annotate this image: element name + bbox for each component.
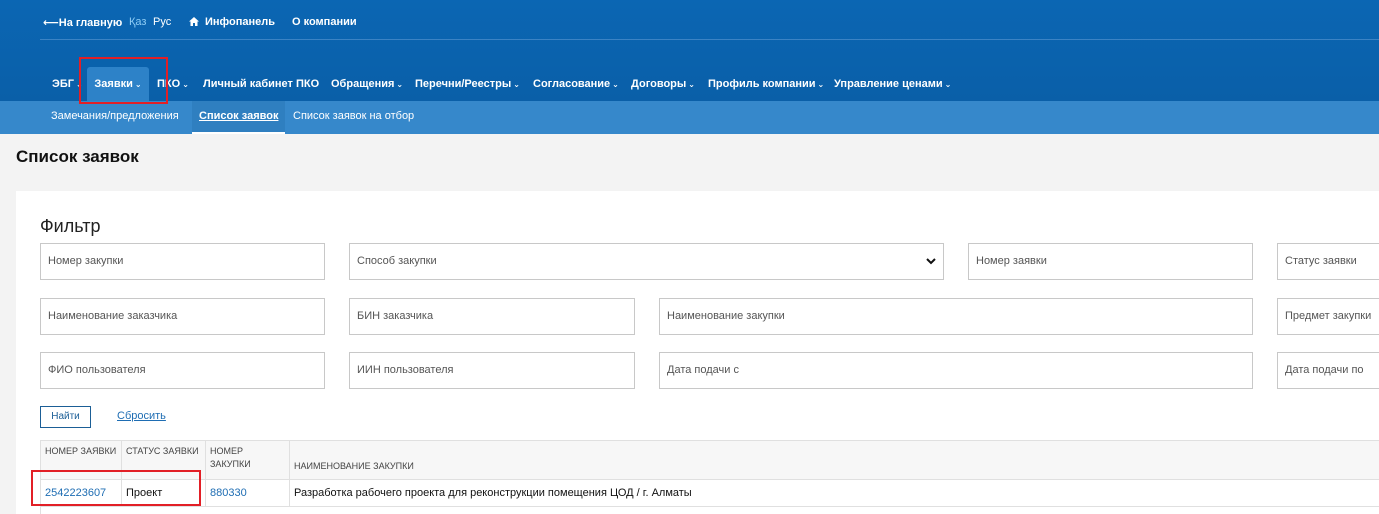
chevron-down-icon: ⌄ bbox=[75, 80, 83, 89]
purchase-name-input[interactable]: Наименование закупки bbox=[659, 298, 1253, 335]
date-from-input[interactable]: Дата подачи с bbox=[659, 352, 1253, 389]
infopanel-link[interactable]: Инфопанель bbox=[189, 16, 275, 28]
purchase-number-link[interactable]: 880330 bbox=[206, 480, 290, 506]
purchase-subject-input[interactable]: Предмет закупки bbox=[1277, 298, 1379, 335]
app-number-link[interactable]: 2542223607 bbox=[41, 480, 122, 506]
nav-item-pko-cabinet[interactable]: Личный кабинет ПКО bbox=[203, 67, 319, 101]
customer-name-input[interactable]: Наименование заказчика bbox=[40, 298, 325, 335]
status-cell: Проект bbox=[122, 480, 206, 506]
chevron-down-icon: ⌄ bbox=[817, 80, 825, 89]
nav-item-contracts[interactable]: Договоры ⌄ bbox=[631, 67, 695, 101]
nav-item-appeals[interactable]: Обращения ⌄ bbox=[331, 67, 403, 101]
subnav-application-list[interactable]: Список заявок bbox=[192, 101, 286, 134]
application-number-input[interactable]: Номер заявки bbox=[968, 243, 1253, 280]
applications-table: Номер заявки Статус заявки Номер закупки… bbox=[40, 440, 1379, 514]
subnav-remarks[interactable]: Замечания/предложения bbox=[51, 101, 179, 132]
filter-title: Фильтр bbox=[40, 216, 101, 236]
nav-item-price-management[interactable]: Управление ценами ⌄ bbox=[834, 67, 951, 101]
infopanel-label: Инфопанель bbox=[205, 16, 276, 28]
column-header-purchase-number[interactable]: Номер закупки bbox=[206, 441, 290, 479]
subnav-selection-list[interactable]: Список заявок на отбор bbox=[293, 101, 414, 132]
lang-ru-link[interactable]: Рус bbox=[153, 16, 171, 28]
user-fio-input[interactable]: ФИО пользователя bbox=[40, 352, 325, 389]
find-button[interactable]: Найти bbox=[40, 406, 91, 428]
about-link[interactable]: О компании bbox=[292, 16, 357, 28]
nav-item-registries[interactable]: Перечни/Реестры ⌄ bbox=[415, 67, 520, 101]
nav-item-pko[interactable]: ПКО ⌄ bbox=[157, 67, 189, 101]
table-header: Номер заявки Статус заявки Номер закупки… bbox=[41, 441, 1379, 480]
header-divider bbox=[40, 39, 1379, 40]
chevron-down-icon: ⌄ bbox=[513, 80, 520, 89]
customer-bin-input[interactable]: БИН заказчика bbox=[349, 298, 635, 335]
nav-item-approval[interactable]: Согласование ⌄ bbox=[533, 67, 619, 101]
nav-item-ebg[interactable]: ЭБГ ⌄ bbox=[52, 67, 83, 101]
sub-nav: Замечания/предложения Список заявок Спис… bbox=[0, 101, 1379, 134]
chevron-down-icon: ⌄ bbox=[396, 80, 404, 89]
application-status-input[interactable]: Статус заявки bbox=[1277, 243, 1379, 280]
chevron-down-icon: ⌄ bbox=[688, 80, 695, 89]
column-header-purchase-name[interactable]: Наименование закупки bbox=[290, 441, 1379, 479]
top-header: ⟵На главную Қаз Рус Инфопанель О компани… bbox=[0, 0, 1379, 101]
page-title: Список заявок bbox=[16, 147, 139, 166]
nav-item-applications[interactable]: Заявки ⌄ bbox=[87, 67, 149, 101]
purchase-number-input[interactable]: Номер закупки bbox=[40, 243, 325, 280]
column-header-status[interactable]: Статус заявки bbox=[122, 441, 206, 479]
chevron-down-icon: ⌄ bbox=[182, 80, 189, 89]
user-iin-input[interactable]: ИИН пользователя bbox=[349, 352, 635, 389]
purchase-name-cell: Разработка рабочего проекта для реконстр… bbox=[294, 487, 692, 499]
chevron-down-icon: ⌄ bbox=[944, 80, 952, 89]
home-link[interactable]: ⟵На главную bbox=[43, 16, 122, 29]
purchase-method-placeholder: Способ закупки bbox=[357, 255, 437, 267]
column-header-app-number[interactable]: Номер заявки bbox=[41, 441, 122, 479]
chevron-down-icon bbox=[926, 244, 936, 279]
reset-link[interactable]: Сбросить bbox=[117, 410, 166, 422]
purchase-method-select[interactable]: Способ закупки bbox=[349, 243, 944, 280]
lang-kz-link[interactable]: Қаз bbox=[129, 16, 146, 28]
chevron-down-icon: ⌄ bbox=[134, 80, 142, 89]
date-to-input[interactable]: Дата подачи по bbox=[1277, 352, 1379, 389]
nav-item-company-profile[interactable]: Профиль компании ⌄ bbox=[708, 67, 824, 101]
home-icon bbox=[189, 17, 199, 26]
chevron-down-icon: ⌄ bbox=[612, 80, 619, 89]
row-divider bbox=[41, 506, 1379, 507]
